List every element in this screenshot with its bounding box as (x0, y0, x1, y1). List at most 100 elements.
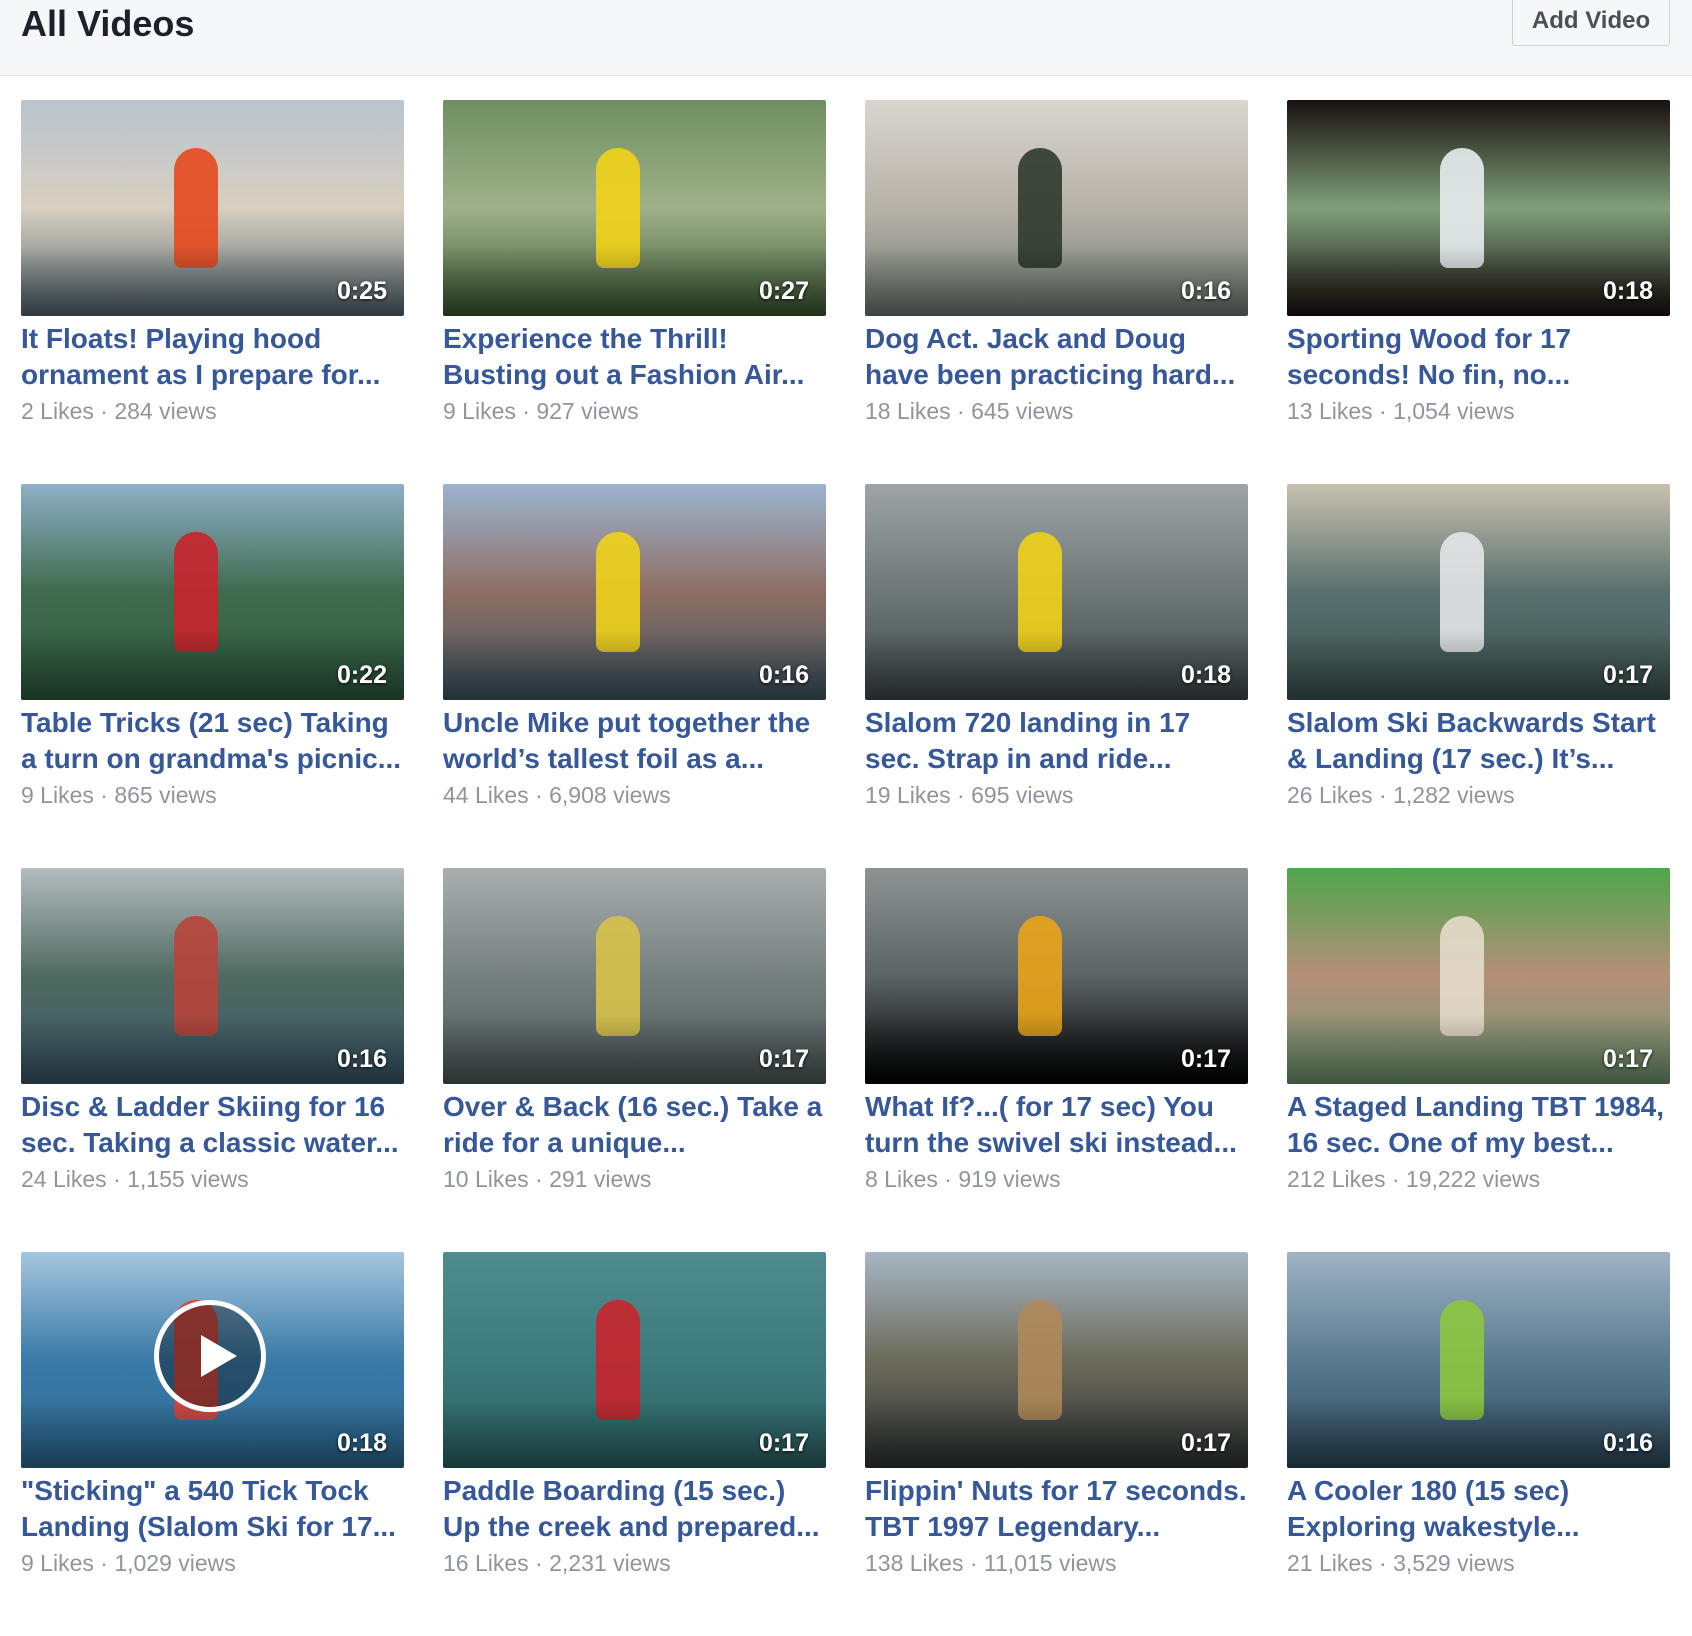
page-header: All Videos Add Video (0, 0, 1692, 76)
separator-dot: · (93, 782, 115, 808)
view-count: 291 views (549, 1166, 652, 1192)
video-card[interactable]: 0:16 A Cooler 180 (15 sec) Exploring wake… (1287, 1252, 1670, 1636)
video-card[interactable]: 0:18 "Sticking" a 540 Tick Tock Landing (… (21, 1252, 404, 1636)
video-title-link[interactable]: Dog Act. Jack and Doug have been practic… (865, 321, 1248, 393)
video-duration: 0:16 (1180, 277, 1231, 305)
video-title-link[interactable]: "Sticking" a 540 Tick Tock Landing (Slal… (21, 1473, 404, 1545)
add-video-button[interactable]: Add Video (1512, 0, 1670, 46)
video-grid: 0:25 It Floats! Playing hood ornament as … (21, 100, 1670, 1636)
video-card[interactable]: 0:17 Over & Back (16 sec.) Take a ride fo… (443, 868, 826, 1252)
video-thumbnail[interactable]: 0:18 (1287, 100, 1670, 316)
video-card[interactable]: 0:16 Uncle Mike put together the world’s … (443, 484, 826, 868)
video-stats: 2 Likes · 284 views (21, 395, 404, 427)
like-count: 16 Likes (443, 1550, 529, 1576)
like-count: 138 Likes (865, 1550, 964, 1576)
video-title-link[interactable]: Uncle Mike put together the world’s tall… (443, 705, 826, 777)
video-card[interactable]: 0:18 Slalom 720 landing in 17 sec. Strap … (865, 484, 1248, 868)
video-stats: 138 Likes · 11,015 views (865, 1547, 1248, 1579)
like-count: 10 Likes (443, 1166, 529, 1192)
video-card[interactable]: 0:16 Dog Act. Jack and Doug have been pra… (865, 100, 1248, 484)
video-stats: 9 Likes · 865 views (21, 779, 404, 811)
video-thumbnail[interactable]: 0:17 (443, 868, 826, 1084)
video-thumbnail[interactable]: 0:16 (443, 484, 826, 700)
video-card[interactable]: 0:18 Sporting Wood for 17 seconds! No fin… (1287, 100, 1670, 484)
video-title-link[interactable]: A Staged Landing TBT 1984, 16 sec. One o… (1287, 1089, 1670, 1161)
video-stats: 8 Likes · 919 views (865, 1163, 1248, 1195)
video-title-link[interactable]: Disc & Ladder Skiing for 16 sec. Taking … (21, 1089, 404, 1161)
video-thumbnail[interactable]: 0:27 (443, 100, 826, 316)
video-thumbnail[interactable]: 0:17 (443, 1252, 826, 1468)
video-duration: 0:18 (1180, 661, 1231, 689)
video-title-link[interactable]: Slalom Ski Backwards Start & Landing (17… (1287, 705, 1670, 777)
view-count: 1,155 views (127, 1166, 249, 1192)
video-title-link[interactable]: Over & Back (16 sec.) Take a ride for a … (443, 1089, 826, 1161)
separator-dot: · (1372, 398, 1394, 424)
video-duration: 0:17 (758, 1429, 809, 1457)
play-icon[interactable] (154, 1300, 266, 1412)
separator-dot: · (1372, 1550, 1394, 1576)
video-card[interactable]: 0:17 A Staged Landing TBT 1984, 16 sec. O… (1287, 868, 1670, 1252)
page-title: All Videos (21, 3, 195, 44)
video-thumbnail[interactable]: 0:17 (1287, 868, 1670, 1084)
video-stats: 26 Likes · 1,282 views (1287, 779, 1670, 811)
video-duration: 0:27 (758, 277, 809, 305)
video-title-link[interactable]: Experience the Thrill! Busting out a Fas… (443, 321, 826, 393)
video-thumbnail[interactable]: 0:17 (865, 1252, 1248, 1468)
view-count: 2,231 views (549, 1550, 671, 1576)
video-thumbnail[interactable]: 0:17 (865, 868, 1248, 1084)
video-stats: 10 Likes · 291 views (443, 1163, 826, 1195)
view-count: 919 views (958, 1166, 1061, 1192)
video-duration: 0:25 (336, 277, 387, 305)
video-thumbnail[interactable]: 0:25 (21, 100, 404, 316)
video-card[interactable]: 0:17 Paddle Boarding (15 sec.) Up the cre… (443, 1252, 826, 1636)
video-title-link[interactable]: A Cooler 180 (15 sec) Exploring wakestyl… (1287, 1473, 1670, 1545)
video-duration: 0:17 (1180, 1429, 1231, 1457)
video-thumbnail[interactable]: 0:18 (865, 484, 1248, 700)
video-card[interactable]: 0:17 What If?...( for 17 sec) You turn th… (865, 868, 1248, 1252)
separator-dot: · (937, 1166, 959, 1192)
video-thumbnail[interactable]: 0:17 (1287, 484, 1670, 700)
video-thumbnail[interactable]: 0:22 (21, 484, 404, 700)
view-count: 927 views (536, 398, 639, 424)
video-stats: 19 Likes · 695 views (865, 779, 1248, 811)
video-thumbnail[interactable]: 0:16 (21, 868, 404, 1084)
like-count: 19 Likes (865, 782, 951, 808)
video-thumbnail[interactable]: 0:16 (865, 100, 1248, 316)
video-thumbnail[interactable]: 0:18 (21, 1252, 404, 1468)
separator-dot: · (528, 1166, 550, 1192)
separator-dot: · (528, 1550, 550, 1576)
video-title-link[interactable]: Sporting Wood for 17 seconds! No fin, no… (1287, 321, 1670, 393)
video-card[interactable]: 0:25 It Floats! Playing hood ornament as … (21, 100, 404, 484)
like-count: 9 Likes (21, 1550, 94, 1576)
video-card[interactable]: 0:22 Table Tricks (21 sec) Taking a turn … (21, 484, 404, 868)
like-count: 21 Likes (1287, 1550, 1373, 1576)
video-card[interactable]: 0:17 Slalom Ski Backwards Start & Landing… (1287, 484, 1670, 868)
video-title-link[interactable]: What If?...( for 17 sec) You turn the sw… (865, 1089, 1248, 1161)
video-duration: 0:17 (1602, 661, 1653, 689)
separator-dot: · (1372, 782, 1394, 808)
separator-dot: · (93, 398, 115, 424)
video-stats: 212 Likes · 19,222 views (1287, 1163, 1670, 1195)
video-thumbnail[interactable]: 0:16 (1287, 1252, 1670, 1468)
separator-dot: · (950, 782, 972, 808)
like-count: 13 Likes (1287, 398, 1373, 424)
video-stats: 9 Likes · 1,029 views (21, 1547, 404, 1579)
video-stats: 16 Likes · 2,231 views (443, 1547, 826, 1579)
video-title-link[interactable]: Slalom 720 landing in 17 sec. Strap in a… (865, 705, 1248, 777)
separator-dot: · (93, 1550, 115, 1576)
video-card[interactable]: 0:27 Experience the Thrill! Busting out a… (443, 100, 826, 484)
like-count: 44 Likes (443, 782, 529, 808)
video-title-link[interactable]: Table Tricks (21 sec) Taking a turn on g… (21, 705, 404, 777)
like-count: 2 Likes (21, 398, 94, 424)
video-title-link[interactable]: Paddle Boarding (15 sec.) Up the creek a… (443, 1473, 826, 1545)
video-stats: 44 Likes · 6,908 views (443, 779, 826, 811)
video-stats: 18 Likes · 645 views (865, 395, 1248, 427)
video-card[interactable]: 0:16 Disc & Ladder Skiing for 16 sec. Tak… (21, 868, 404, 1252)
view-count: 1,054 views (1393, 398, 1515, 424)
video-title-link[interactable]: Flippin' Nuts for 17 seconds. TBT 1997 L… (865, 1473, 1248, 1545)
view-count: 19,222 views (1405, 1166, 1541, 1192)
like-count: 9 Likes (21, 782, 94, 808)
video-card[interactable]: 0:17 Flippin' Nuts for 17 seconds. TBT 19… (865, 1252, 1248, 1636)
video-duration: 0:22 (336, 661, 387, 689)
video-title-link[interactable]: It Floats! Playing hood ornament as I pr… (21, 321, 404, 393)
